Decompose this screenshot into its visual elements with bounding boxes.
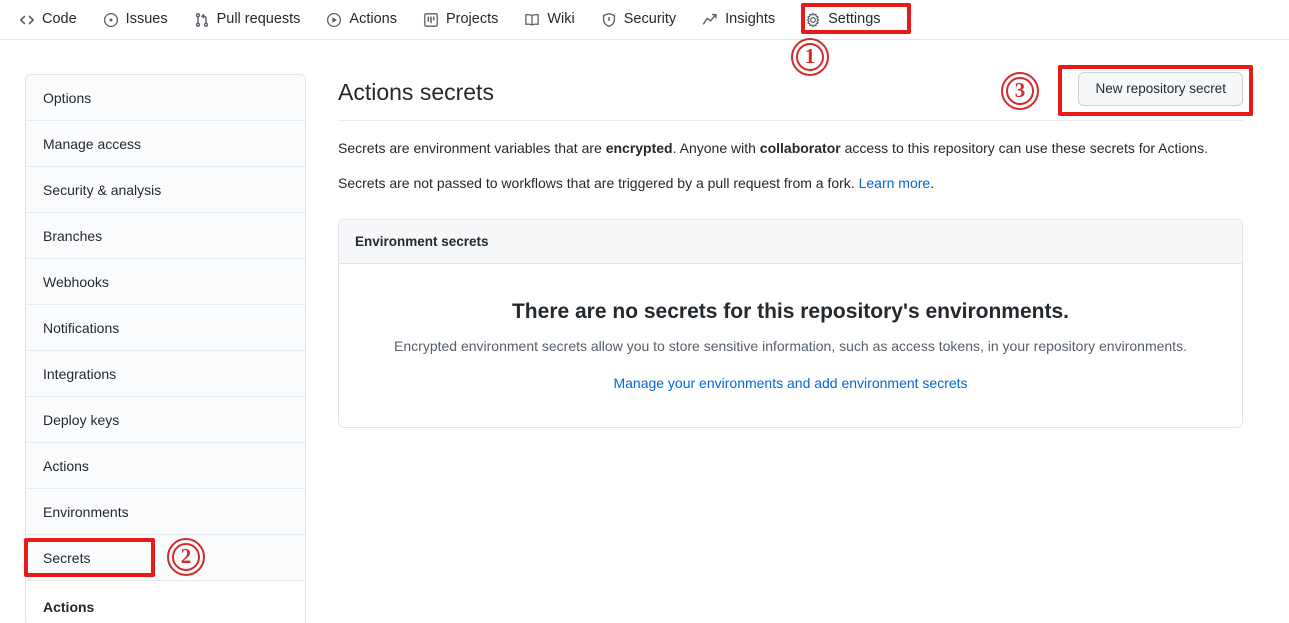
blankslate-link-wrap: Manage your environments and add environ… (359, 375, 1222, 391)
desc-bold-encrypted: encrypted (606, 140, 673, 156)
sidebar-item-secrets[interactable]: Secrets (26, 535, 305, 581)
new-repository-secret-button[interactable]: New repository secret (1078, 72, 1243, 106)
sidebar-item-security-analysis[interactable]: Security & analysis (26, 167, 305, 213)
environment-secrets-box: Environment secrets There are no secrets… (338, 219, 1243, 427)
nav-label-pull-requests: Pull requests (217, 12, 301, 27)
sidebar-item-branches[interactable]: Branches (26, 213, 305, 259)
code-icon (19, 12, 35, 28)
gear-icon (805, 12, 821, 28)
sidebar-item-deploy-keys[interactable]: Deploy keys (26, 397, 305, 443)
manage-environments-link[interactable]: Manage your environments and add environ… (613, 375, 967, 391)
desc-part-1: Secrets are environment variables that a… (338, 140, 606, 156)
nav-label-insights: Insights (725, 12, 775, 27)
settings-sidebar: Options Manage access Security & analysi… (25, 74, 306, 623)
blankslate-title: There are no secrets for this repository… (359, 298, 1222, 325)
nav-item-security[interactable]: Security (588, 6, 689, 34)
fork-note-paragraph: Secrets are not passed to workflows that… (338, 173, 1243, 195)
nav-label-wiki: Wiki (547, 12, 574, 27)
nav-item-pull-requests[interactable]: Pull requests (181, 6, 314, 34)
sidebar-item-label: Integrations (43, 366, 116, 382)
sidebar-subsection-actions[interactable]: Actions (26, 581, 305, 623)
sidebar-item-label: Manage access (43, 136, 141, 152)
nav-label-projects: Projects (446, 12, 498, 27)
nav-label-settings: Settings (828, 12, 880, 27)
desc-part-3: access to this repository can use these … (841, 140, 1208, 156)
sidebar-item-label: Branches (43, 228, 102, 244)
step-marker-1-label: 1 (805, 46, 816, 67)
nav-item-actions[interactable]: Actions (313, 6, 410, 34)
nav-item-projects[interactable]: Projects (410, 6, 511, 34)
project-icon (423, 12, 439, 28)
nav-label-security: Security (624, 12, 676, 27)
sidebar-item-actions[interactable]: Actions (26, 443, 305, 489)
nav-item-issues[interactable]: Issues (90, 6, 181, 34)
nav-item-insights[interactable]: Insights (689, 6, 788, 34)
secrets-description-paragraph: Secrets are environment variables that a… (338, 138, 1243, 160)
sidebar-item-environments[interactable]: Environments (26, 489, 305, 535)
nav-label-actions: Actions (349, 12, 397, 27)
sidebar-item-options[interactable]: Options (26, 75, 305, 121)
sidebar-item-label: Webhooks (43, 274, 109, 290)
fork-note-text: Secrets are not passed to workflows that… (338, 175, 859, 191)
sidebar-item-webhooks[interactable]: Webhooks (26, 259, 305, 305)
main-content: Actions secrets New repository secret Se… (338, 70, 1243, 428)
sidebar-item-integrations[interactable]: Integrations (26, 351, 305, 397)
issue-opened-icon (103, 12, 119, 28)
nav-label-issues: Issues (126, 12, 168, 27)
nav-item-settings[interactable]: Settings (792, 6, 893, 34)
shield-icon (601, 12, 617, 28)
nav-label-code: Code (42, 12, 77, 27)
sidebar-item-label: Deploy keys (43, 412, 119, 428)
git-pull-request-icon (194, 12, 210, 28)
sidebar-item-label: Options (43, 90, 91, 106)
sidebar-item-label: Notifications (43, 320, 119, 336)
repository-nav: Code Issues (0, 0, 1289, 40)
graph-icon (702, 12, 718, 28)
sidebar-item-label: Actions (43, 458, 89, 474)
page-root: Code Issues (0, 0, 1289, 623)
learn-more-link[interactable]: Learn more (859, 175, 931, 191)
book-icon (524, 12, 540, 28)
sidebar-item-notifications[interactable]: Notifications (26, 305, 305, 351)
fork-note-suffix: . (930, 175, 934, 191)
sidebar-item-label: Actions (43, 599, 94, 615)
sidebar-item-label: Environments (43, 504, 129, 520)
page-header: Actions secrets New repository secret (338, 70, 1243, 121)
environment-secrets-header: Environment secrets (339, 220, 1242, 264)
nav-item-code[interactable]: Code (6, 6, 90, 34)
sidebar-item-manage-access[interactable]: Manage access (26, 121, 305, 167)
page-title: Actions secrets (338, 78, 494, 108)
nav-item-wiki[interactable]: Wiki (511, 6, 587, 34)
desc-bold-collaborator: collaborator (760, 140, 841, 156)
desc-part-2: . Anyone with (673, 140, 760, 156)
sidebar-item-label: Security & analysis (43, 182, 161, 198)
play-icon (326, 12, 342, 28)
blankslate-subtitle: Encrypted environment secrets allow you … (359, 336, 1222, 357)
environment-secrets-blankslate: There are no secrets for this repository… (339, 264, 1242, 426)
sidebar-item-label: Secrets (43, 550, 90, 566)
